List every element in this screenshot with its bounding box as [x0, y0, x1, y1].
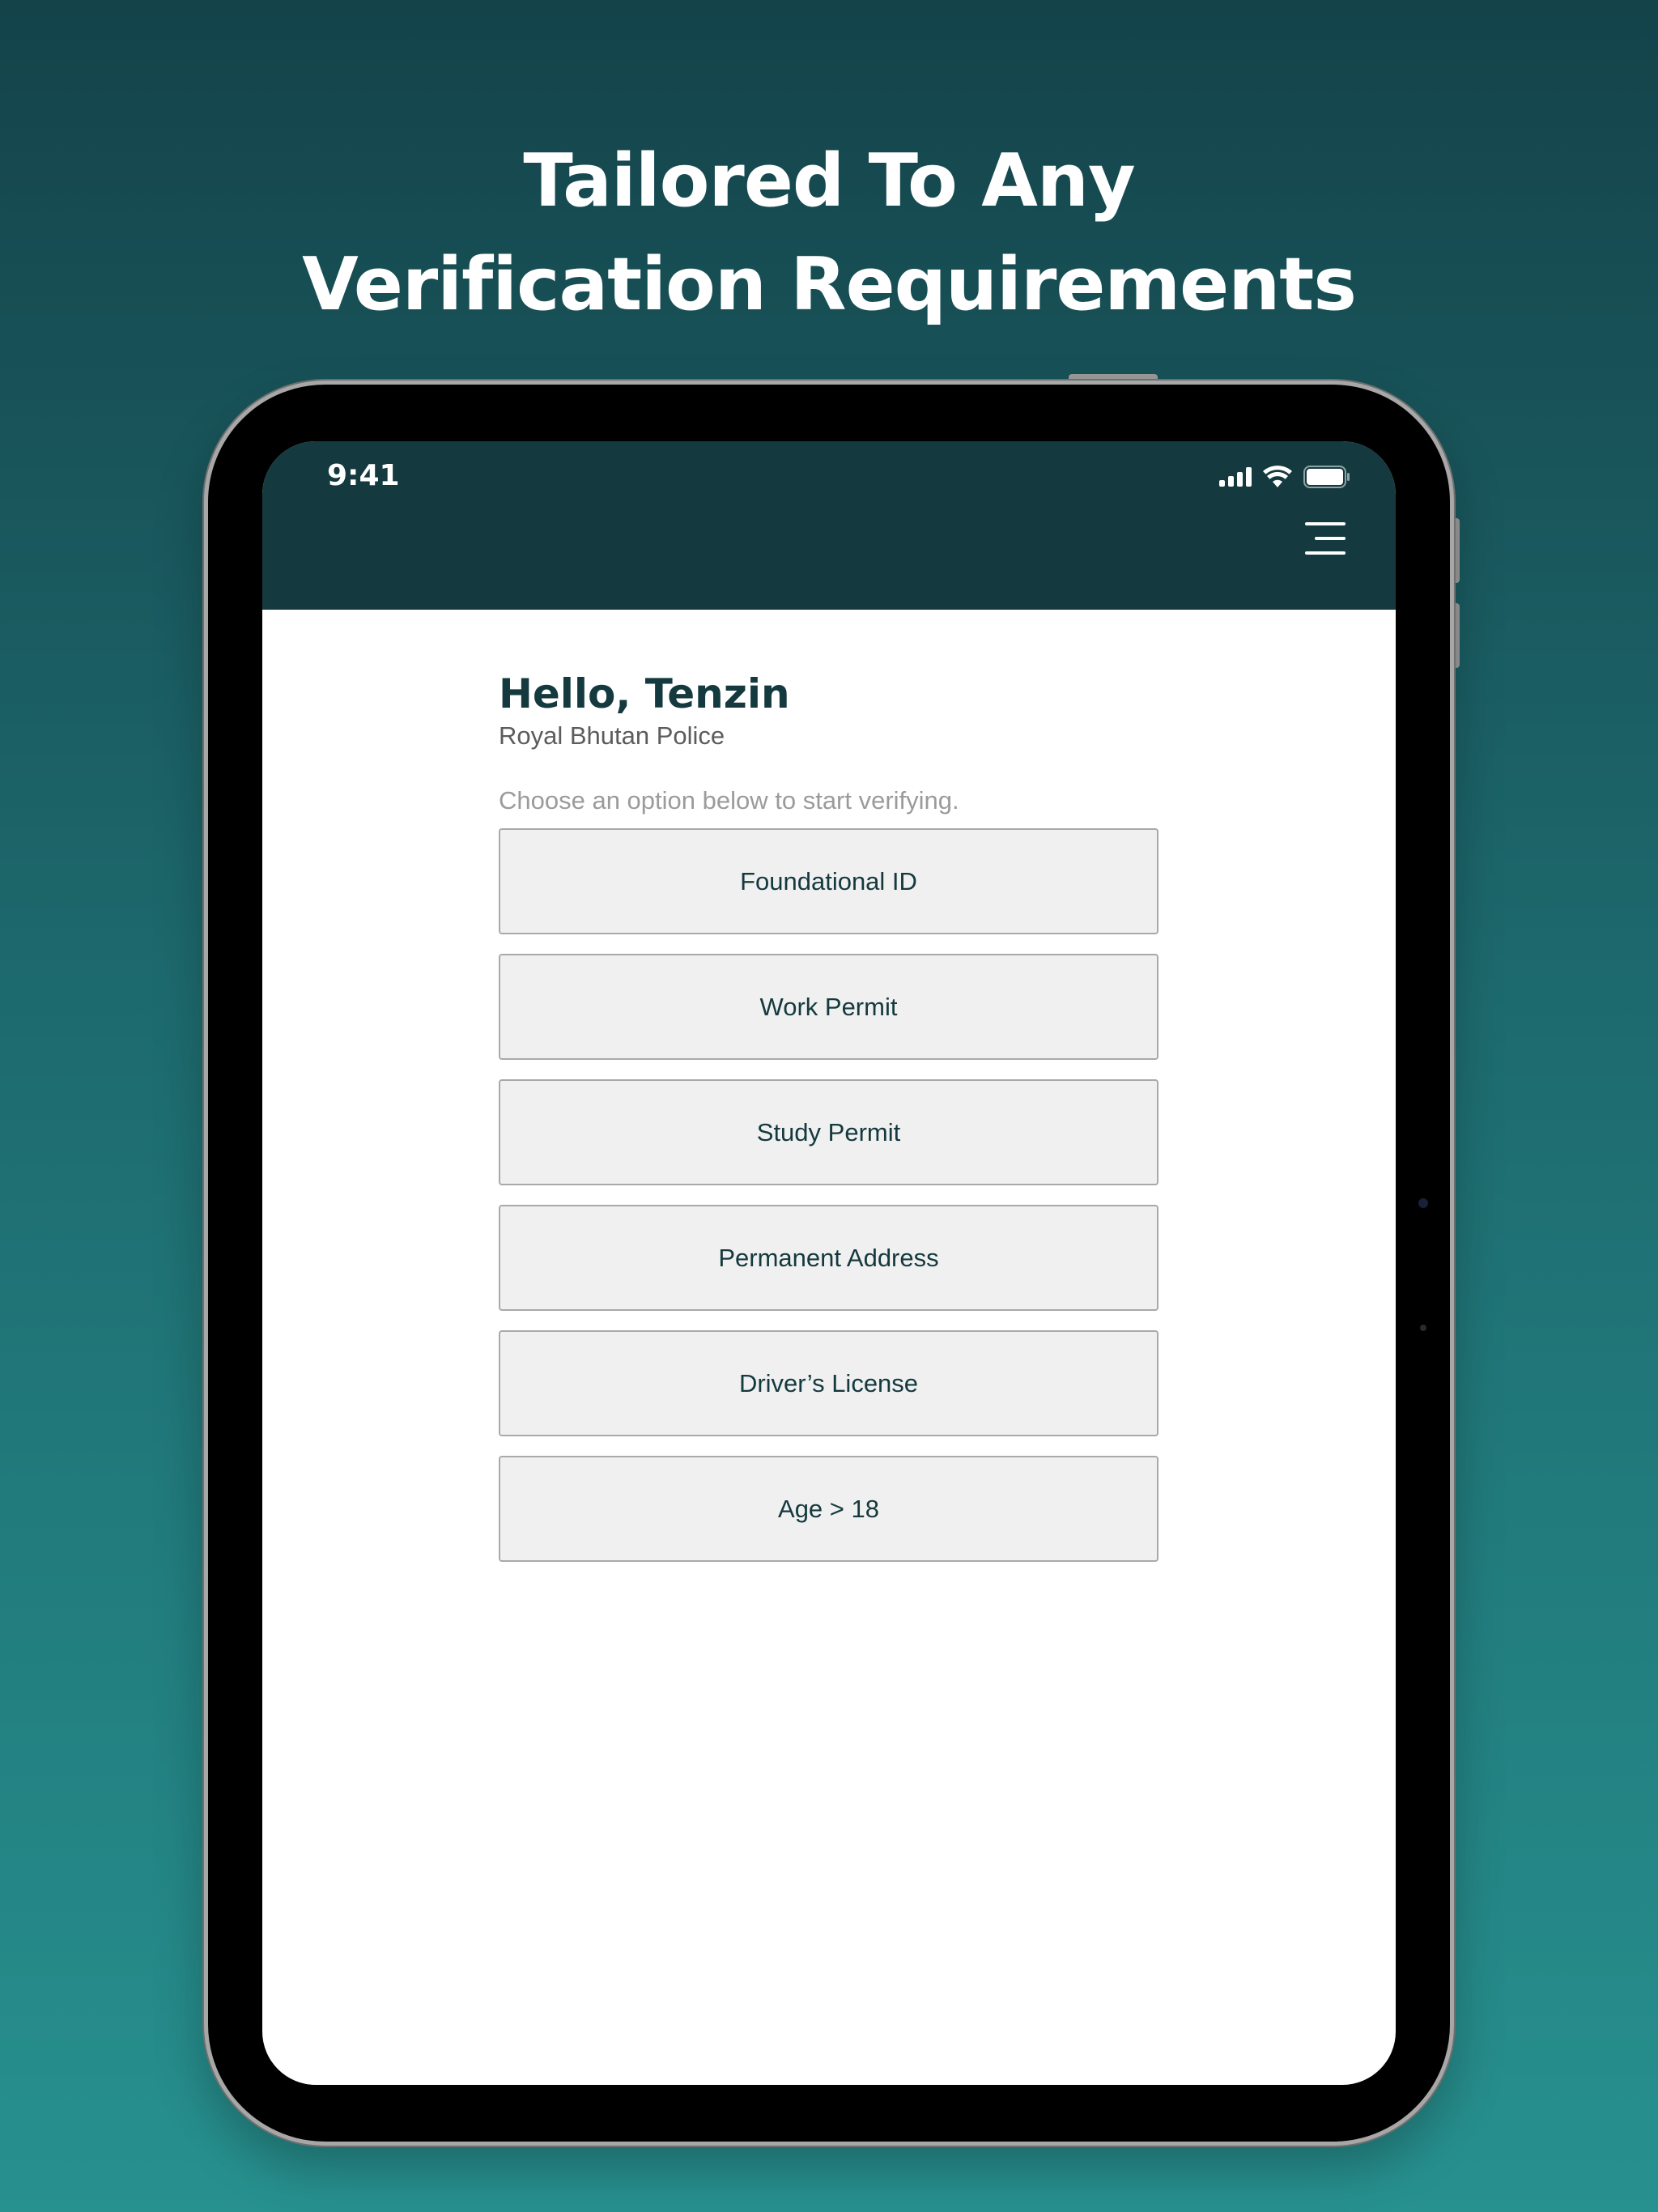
device-camera-dot — [1418, 1198, 1428, 1208]
option-age-over-18-button[interactable]: Age > 18 — [499, 1456, 1158, 1562]
option-foundational-id-button[interactable]: Foundational ID — [499, 828, 1158, 934]
app-screen: 9:41 Hello, Tenzin Royal Bhutan Police C… — [262, 441, 1396, 2085]
headline-line-1: Tailored To Any — [523, 138, 1135, 223]
instruction-text: Choose an option below to start verifyin… — [499, 786, 959, 815]
organization-name: Royal Bhutan Police — [499, 721, 725, 750]
option-study-permit-button[interactable]: Study Permit — [499, 1079, 1158, 1185]
hamburger-menu-icon[interactable] — [1303, 522, 1346, 555]
option-drivers-license-button[interactable]: Driver’s License — [499, 1330, 1158, 1436]
verification-options-list: Foundational ID Work Permit Study Permit… — [499, 828, 1159, 1562]
status-icons — [1219, 464, 1350, 490]
device-sensor-dot — [1420, 1325, 1426, 1331]
status-time: 9:41 — [327, 459, 400, 492]
main-content: Hello, Tenzin Royal Bhutan Police Choose… — [499, 670, 1159, 1562]
greeting-title: Hello, Tenzin — [499, 670, 790, 717]
marketing-headline: Tailored To Any Verification Requirement… — [0, 130, 1658, 337]
cellular-signal-icon — [1219, 467, 1252, 487]
option-permanent-address-button[interactable]: Permanent Address — [499, 1205, 1158, 1311]
wifi-icon — [1263, 466, 1292, 488]
option-work-permit-button[interactable]: Work Permit — [499, 954, 1158, 1060]
app-header: 9:41 — [262, 441, 1396, 610]
battery-icon — [1303, 466, 1350, 488]
headline-line-2: Verification Requirements — [302, 242, 1357, 327]
